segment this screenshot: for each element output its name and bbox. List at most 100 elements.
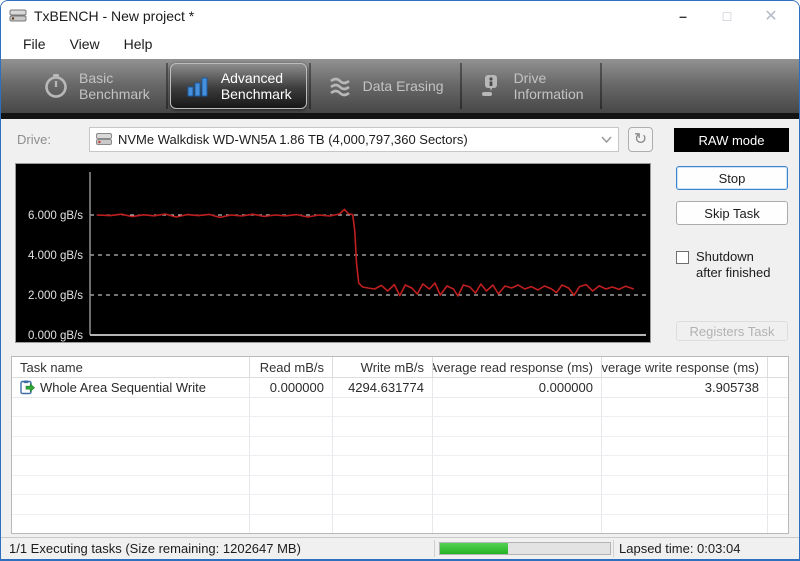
empty-cell: [333, 495, 433, 513]
empty-cell: [433, 456, 602, 474]
empty-cell: [250, 456, 333, 474]
status-lapsed-time: Lapsed time: 0:03:04: [619, 541, 740, 556]
stop-button[interactable]: Stop: [676, 166, 788, 190]
empty-cell: [12, 417, 250, 435]
menu-view[interactable]: View: [58, 33, 112, 57]
toolbar-separator: [309, 63, 311, 109]
column-header[interactable]: Average read response (ms): [433, 357, 602, 378]
tab-basic-benchmark[interactable]: Basic Benchmark: [29, 63, 164, 109]
task-value-cell: 0.000000: [250, 378, 333, 397]
empty-table-row: [12, 398, 788, 417]
column-header[interactable]: Task name: [12, 357, 250, 378]
skip-task-button[interactable]: Skip Task: [676, 201, 788, 225]
empty-cell: [768, 456, 788, 474]
empty-table-row: [12, 417, 788, 436]
tab-label-line: Information: [514, 86, 584, 102]
close-button[interactable]: ✕: [749, 2, 793, 30]
stopwatch-icon: [43, 73, 69, 99]
task-value-cell: 0.000000: [433, 378, 602, 397]
task-value-cell: 4294.631774: [333, 378, 433, 397]
empty-cell: [333, 437, 433, 455]
minimize-button[interactable]: –: [661, 2, 705, 30]
empty-cell: [602, 398, 768, 416]
empty-cell: [333, 515, 433, 533]
empty-table-row: [12, 515, 788, 533]
status-divider: [434, 540, 435, 557]
shutdown-label: Shutdown after finished: [696, 249, 770, 281]
menu-bar: File View Help: [1, 31, 799, 59]
content-area: Drive: NVMe Walkdisk WD-WN5A 1.86 TB (4,…: [1, 119, 799, 539]
row-spacer-cell: [768, 378, 788, 397]
empty-cell: [250, 476, 333, 494]
task-table[interactable]: Task nameRead mB/sWrite mB/sAverage read…: [11, 356, 789, 534]
empty-cell: [602, 437, 768, 455]
shutdown-checkbox[interactable]: [676, 251, 689, 264]
column-header[interactable]: Average write response (ms): [602, 357, 768, 378]
empty-cell: [602, 417, 768, 435]
app-window: TxBENCH - New project * – □ ✕ File View …: [0, 0, 800, 561]
empty-cell: [12, 456, 250, 474]
svg-text:4.000 gB/s: 4.000 gB/s: [28, 250, 83, 262]
empty-cell: [433, 398, 602, 416]
empty-cell: [250, 437, 333, 455]
empty-cell: [12, 495, 250, 513]
tab-label-line: Drive: [514, 70, 584, 86]
tab-drive-information[interactable]: Drive Information: [464, 63, 598, 109]
empty-table-row: [12, 437, 788, 456]
window-controls: – □ ✕: [661, 1, 793, 31]
toolbar-separator: [166, 63, 168, 109]
refresh-drive-button[interactable]: ↻: [628, 127, 653, 152]
empty-cell: [602, 495, 768, 513]
status-bar: 1/1 Executing tasks (Size remaining: 120…: [1, 537, 799, 559]
tab-label-line: Benchmark: [221, 86, 292, 102]
progress-bar: [439, 542, 611, 555]
progress-bar-fill: [440, 543, 508, 554]
menu-file[interactable]: File: [11, 33, 58, 57]
status-tasks-text: 1/1 Executing tasks (Size remaining: 120…: [9, 541, 301, 556]
empty-cell: [768, 515, 788, 533]
empty-cell: [250, 515, 333, 533]
empty-cell: [768, 495, 788, 513]
raw-mode-button[interactable]: RAW mode: [674, 128, 789, 152]
empty-table-row: [12, 495, 788, 514]
empty-cell: [333, 476, 433, 494]
window-title: TxBENCH - New project *: [34, 8, 194, 24]
shred-waves-icon: [327, 73, 353, 99]
empty-cell: [12, 476, 250, 494]
empty-cell: [602, 456, 768, 474]
empty-cell: [12, 515, 250, 533]
main-toolbar: Basic Benchmark Advanced Benchmark: [1, 59, 799, 113]
drive-select[interactable]: NVMe Walkdisk WD-WN5A 1.86 TB (4,000,797…: [89, 127, 619, 152]
menu-help[interactable]: Help: [112, 33, 165, 57]
svg-text:2.000 gB/s: 2.000 gB/s: [28, 290, 83, 302]
empty-cell: [768, 417, 788, 435]
tab-label-line: Advanced: [221, 70, 292, 86]
refresh-icon: ↻: [634, 132, 647, 148]
toolbar-separator: [460, 63, 462, 109]
empty-cell: [433, 417, 602, 435]
tab-data-erasing[interactable]: Data Erasing: [313, 63, 458, 109]
shutdown-label-line1: Shutdown: [696, 249, 770, 265]
empty-cell: [250, 495, 333, 513]
tab-label-line: Basic: [79, 70, 150, 86]
drive-label: Drive:: [17, 132, 51, 147]
empty-cell: [333, 417, 433, 435]
tab-advanced-benchmark[interactable]: Advanced Benchmark: [170, 63, 307, 109]
empty-cell: [433, 437, 602, 455]
column-header[interactable]: Write mB/s: [333, 357, 433, 378]
empty-cell: [250, 398, 333, 416]
toolbar-separator: [600, 63, 602, 109]
title-bar: TxBENCH - New project * – □ ✕: [1, 1, 799, 31]
empty-cell: [768, 437, 788, 455]
table-row[interactable]: Whole Area Sequential Write0.0000004294.…: [12, 378, 788, 398]
empty-cell: [12, 398, 250, 416]
empty-cell: [433, 495, 602, 513]
maximize-button[interactable]: □: [705, 2, 749, 30]
benchmark-chart: 6.000 gB/s4.000 gB/s2.000 gB/s0.000 gB/s: [16, 164, 650, 342]
empty-cell: [333, 456, 433, 474]
empty-cell: [250, 417, 333, 435]
column-header[interactable]: Read mB/s: [250, 357, 333, 378]
registers-task-button: Registers Task: [676, 321, 788, 341]
status-divider: [613, 540, 614, 557]
empty-cell: [602, 515, 768, 533]
